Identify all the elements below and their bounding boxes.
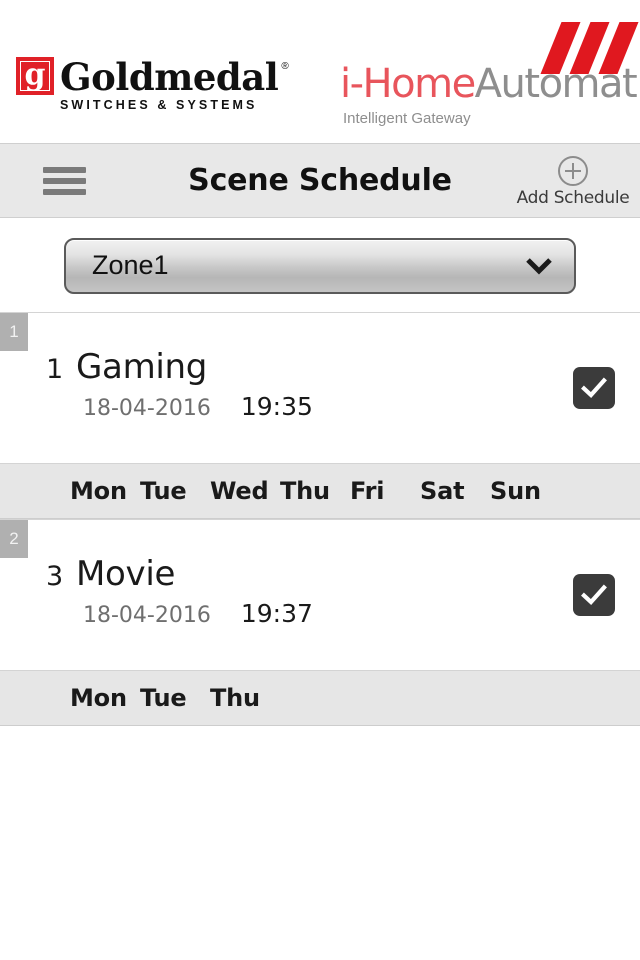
- goldmedal-name: Goldmedal: [60, 54, 279, 99]
- day-label: Sun: [490, 477, 541, 505]
- goldmedal-mark-icon: [16, 57, 54, 95]
- check-icon: [581, 377, 607, 398]
- schedule-item: 2 3 Movie 18-04-2016 19:37 Mon Tue Thu: [0, 519, 640, 726]
- ihome-name-gray: Automation: [474, 61, 640, 107]
- schedule-enabled-checkbox[interactable]: [573, 367, 615, 409]
- schedule-title-line: 1 Gaming: [46, 347, 313, 387]
- schedule-date: 18-04-2016: [83, 396, 211, 421]
- registered-trademark-icon: ®: [281, 60, 289, 72]
- navigation-bar: Scene Schedule Add Schedule: [0, 143, 640, 218]
- schedule-list: 1 1 Gaming 18-04-2016 19:35 Mon Tue Wed: [0, 312, 640, 726]
- goldmedal-wordmark: Goldmedal ®: [60, 58, 289, 95]
- day-label: Thu: [280, 477, 330, 505]
- day-label: Tue: [140, 684, 187, 712]
- ihome-automation-logo: i-HomeAutomation Intelligent Gateway: [338, 22, 640, 127]
- schedule-days-row: Mon Tue Wed Thu Fri Sat Sun: [0, 464, 640, 519]
- day-label: Sat: [420, 477, 465, 505]
- schedule-days-row: Mon Tue Thu: [0, 671, 640, 726]
- day-label: Wed: [210, 477, 269, 505]
- schedule-time: 19:37: [240, 599, 313, 628]
- zone-dropdown-value: Zone1: [92, 249, 169, 280]
- goldmedal-tagline: SWITCHES & SYSTEMS: [60, 98, 258, 112]
- schedule-row[interactable]: 1 1 Gaming 18-04-2016 19:35: [0, 312, 640, 464]
- schedule-index-badge: 1: [0, 313, 28, 351]
- goldmedal-logo: Goldmedal ® SWITCHES & SYSTEMS: [16, 57, 289, 112]
- schedule-date: 18-04-2016: [83, 603, 211, 628]
- zone-dropdown[interactable]: Zone1: [64, 238, 576, 294]
- add-schedule-button[interactable]: Add Schedule: [512, 155, 634, 208]
- schedule-item: 1 1 Gaming 18-04-2016 19:35 Mon Tue Wed: [0, 312, 640, 519]
- chevron-down-icon: [526, 258, 552, 275]
- schedule-number: 1: [46, 354, 64, 385]
- schedule-details: 1 Gaming 18-04-2016 19:35: [46, 347, 313, 421]
- schedule-index-badge: 2: [0, 520, 28, 558]
- zone-selector-area: Zone1: [0, 218, 640, 312]
- schedule-name: Movie: [76, 554, 176, 594]
- day-label: Mon: [70, 684, 127, 712]
- ihome-wordmark: i-HomeAutomation: [340, 64, 640, 104]
- ihome-name-red: i-Home: [340, 61, 476, 107]
- day-label: Fri: [350, 477, 385, 505]
- schedule-name: Gaming: [76, 347, 208, 387]
- day-label: Mon: [70, 477, 127, 505]
- schedule-details: 3 Movie 18-04-2016 19:37: [46, 554, 313, 628]
- day-label: Tue: [140, 477, 187, 505]
- check-icon: [581, 584, 607, 605]
- goldmedal-logo-row: Goldmedal ®: [16, 57, 289, 95]
- day-label: Thu: [210, 684, 260, 712]
- schedule-enabled-checkbox[interactable]: [573, 574, 615, 616]
- add-schedule-label: Add Schedule: [516, 188, 630, 208]
- schedule-meta: 18-04-2016 19:37: [83, 599, 313, 628]
- schedule-meta: 18-04-2016 19:35: [83, 392, 313, 421]
- ihome-tagline: Intelligent Gateway: [343, 110, 471, 127]
- schedule-title-line: 3 Movie: [46, 554, 313, 594]
- plus-circle-icon: [558, 156, 588, 186]
- schedule-row[interactable]: 2 3 Movie 18-04-2016 19:37: [0, 519, 640, 671]
- schedule-time: 19:35: [240, 392, 313, 421]
- schedule-number: 3: [46, 561, 64, 592]
- brand-header: Goldmedal ® SWITCHES & SYSTEMS i-HomeAut…: [0, 0, 640, 143]
